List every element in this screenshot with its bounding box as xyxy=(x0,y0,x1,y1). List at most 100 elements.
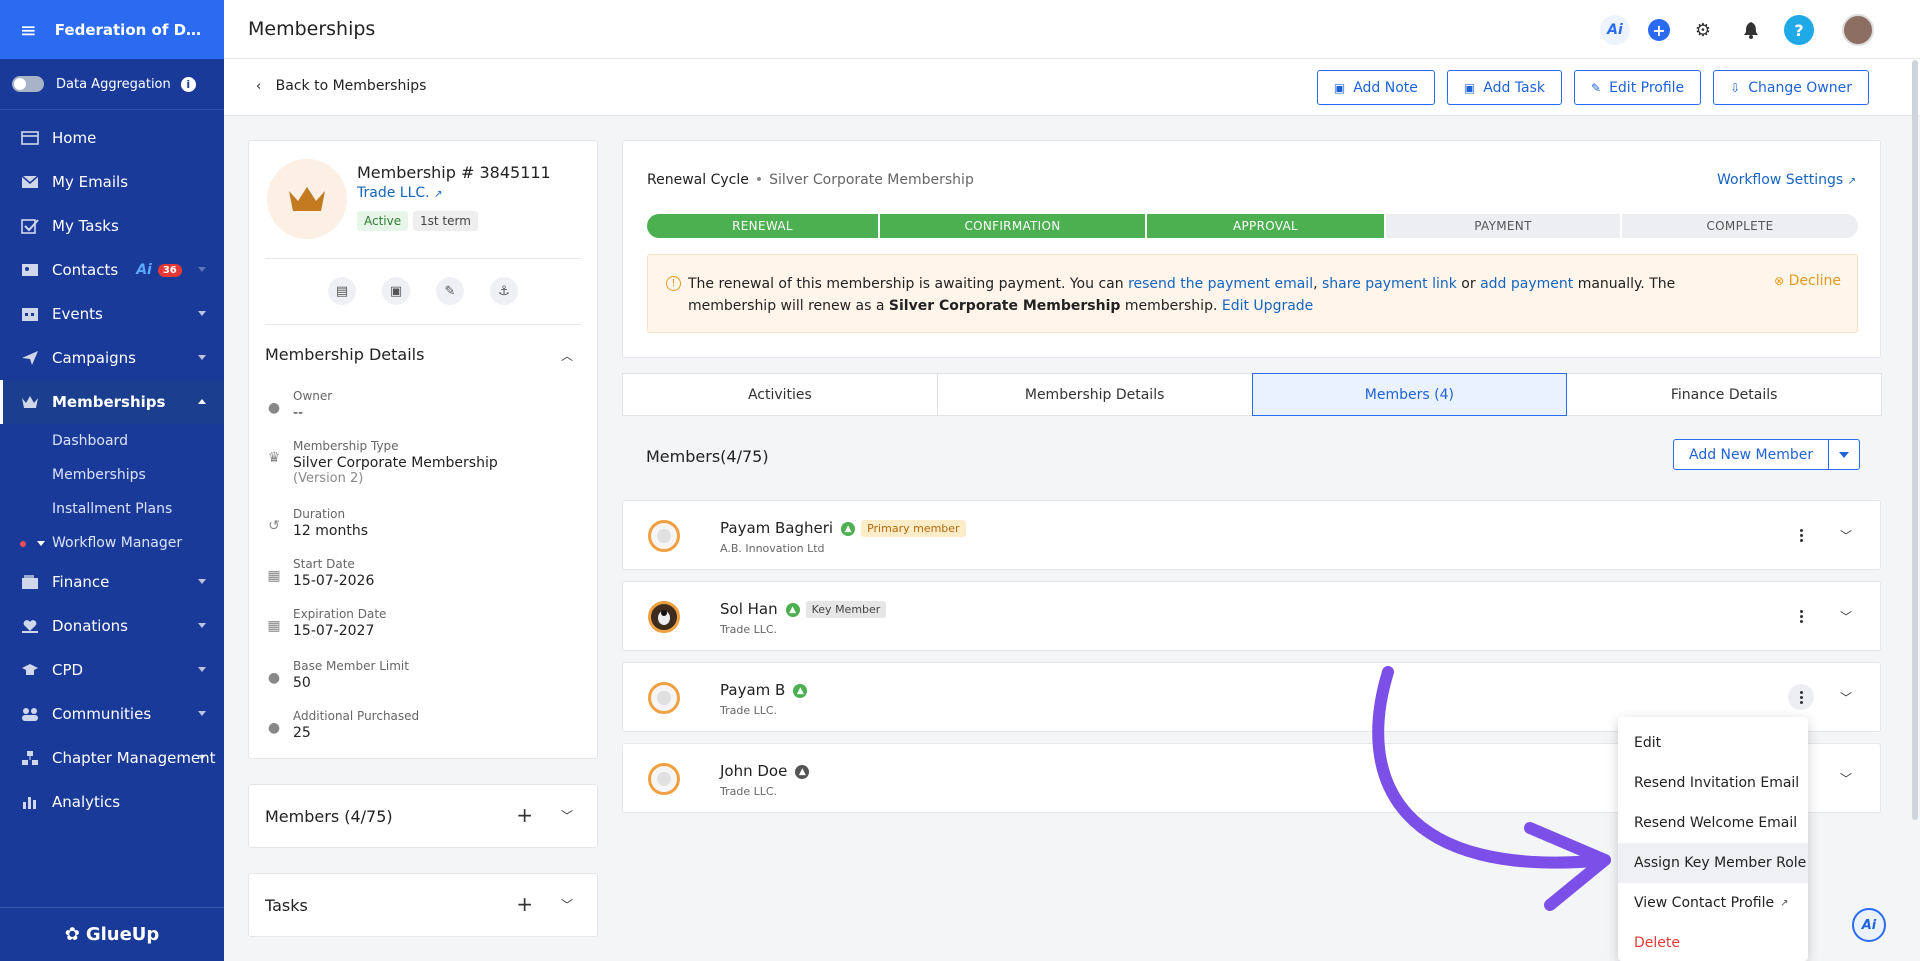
external-link-icon: ↗ xyxy=(1780,897,1789,909)
org-name[interactable]: Federation of Digital... xyxy=(55,21,205,39)
notice-text: or xyxy=(1456,276,1481,292)
hamburger-menu-icon[interactable]: ≡ xyxy=(20,18,37,42)
sidebar-item-cpd[interactable]: CPD xyxy=(0,648,224,692)
chevron-down-icon[interactable]: ﹀ xyxy=(1840,770,1852,787)
user-avatar[interactable] xyxy=(1842,14,1874,46)
step-confirmation: CONFIRMATION xyxy=(880,214,1145,238)
data-aggregation-row: Data Aggregation i xyxy=(0,59,224,110)
add-note-button[interactable]: ▣ Add Note xyxy=(1316,70,1435,105)
transfer-icon[interactable]: ⚓ xyxy=(490,277,518,305)
more-options-icon[interactable] xyxy=(1788,684,1814,710)
menu-item-resend-invitation[interactable]: Resend Invitation Email xyxy=(1618,763,1808,803)
note-icon[interactable]: ▤ xyxy=(328,277,356,305)
chevron-down-icon xyxy=(198,711,206,716)
tab-activities[interactable]: Activities xyxy=(622,373,938,416)
member-name[interactable]: John Doe xyxy=(720,762,787,780)
sidebar-subitem-workflow-manager[interactable]: Workflow Manager xyxy=(0,526,224,560)
more-options-icon[interactable] xyxy=(1788,603,1814,629)
task-icon[interactable]: ▣ xyxy=(382,277,410,305)
menu-item-delete[interactable]: Delete xyxy=(1618,923,1808,961)
sidebar-subitem-memberships[interactable]: Memberships xyxy=(0,458,224,492)
menu-item-view-contact-profile[interactable]: View Contact Profile ↗ xyxy=(1618,883,1808,923)
sidebar-item-contacts[interactable]: Contacts Ai 36 xyxy=(0,248,224,292)
plus-icon[interactable]: + xyxy=(516,892,533,916)
home-icon xyxy=(20,129,40,147)
note-icon: ▣ xyxy=(1333,80,1346,95)
sidebar-item-analytics[interactable]: Analytics xyxy=(0,780,224,824)
detail-expiration-date: ▦ Expiration Date 15-07-2027 xyxy=(265,607,575,639)
person-icon: ● xyxy=(267,720,281,736)
sidebar-item-donations[interactable]: Donations xyxy=(0,604,224,648)
member-name[interactable]: Payam Bagheri xyxy=(720,519,833,537)
sidebar-item-memberships[interactable]: Memberships xyxy=(0,380,224,424)
change-owner-button[interactable]: ⇩ Change Owner xyxy=(1713,70,1869,105)
back-to-memberships-link[interactable]: ‹ Back to Memberships xyxy=(256,78,426,94)
members-collapsible[interactable]: Members (4/75) + ﹀ xyxy=(248,784,598,848)
workflow-settings-label: Workflow Settings xyxy=(1716,172,1844,188)
add-task-button[interactable]: ▣ Add Task xyxy=(1446,70,1563,105)
member-row[interactable]: Sol Han ▲ Key Member Trade LLC. ﹀ xyxy=(622,581,1881,651)
tab-members[interactable]: Members (4) xyxy=(1251,373,1568,416)
sidebar-item-events[interactable]: Events xyxy=(0,292,224,336)
decline-button[interactable]: ⊗ Decline xyxy=(1774,273,1841,289)
add-member-dropdown-toggle[interactable] xyxy=(1829,439,1861,470)
info-icon[interactable]: i xyxy=(180,76,196,92)
menu-item-edit[interactable]: Edit xyxy=(1618,723,1808,763)
scrollbar[interactable] xyxy=(1912,60,1918,820)
bar-chart-icon xyxy=(20,793,40,811)
menu-item-assign-key-member[interactable]: Assign Key Member Role xyxy=(1618,843,1808,883)
sidebar-item-finance[interactable]: Finance xyxy=(0,560,224,604)
add-payment-link[interactable]: add payment xyxy=(1480,276,1573,292)
bell-icon[interactable] xyxy=(1736,15,1766,45)
share-payment-link[interactable]: share payment link xyxy=(1322,276,1457,292)
add-new-member-split-button: Add New Member xyxy=(1673,439,1861,470)
help-icon[interactable]: ? xyxy=(1784,15,1814,45)
edit-upgrade-link[interactable]: Edit Upgrade xyxy=(1222,298,1313,314)
ai-icon[interactable]: Ai xyxy=(136,262,152,278)
membership-org-link[interactable]: Trade LLC. ↗ xyxy=(357,185,442,201)
data-aggregation-toggle[interactable] xyxy=(12,76,44,92)
sidebar-subitem-installment-plans[interactable]: Installment Plans xyxy=(0,492,224,526)
chevron-down-icon[interactable]: ﹀ xyxy=(1840,527,1852,544)
sidebar-item-label: Memberships xyxy=(52,393,166,411)
history-icon: ↺ xyxy=(268,518,280,534)
tasks-collapsible[interactable]: Tasks + ﹀ xyxy=(248,873,598,937)
resend-payment-email-link[interactable]: resend the payment email xyxy=(1128,276,1313,292)
ai-icon[interactable]: Ai xyxy=(1600,15,1630,45)
chevron-down-icon[interactable]: ﹀ xyxy=(1840,608,1852,625)
member-name[interactable]: Payam B xyxy=(720,681,785,699)
chevron-down-icon[interactable]: ﹀ xyxy=(1840,689,1852,706)
more-options-icon[interactable] xyxy=(1788,522,1814,548)
detail-value: 15-07-2027 xyxy=(293,623,375,639)
chevron-down-icon[interactable]: ﹀ xyxy=(561,807,573,824)
sidebar-item-chapter-management[interactable]: Chapter Management xyxy=(0,736,224,780)
glueup-logo-icon: ✿ xyxy=(64,924,80,945)
ai-assistant-button[interactable]: Ai xyxy=(1852,908,1886,942)
unverified-icon: ▲ xyxy=(795,764,810,779)
sidebar-item-campaigns[interactable]: Campaigns xyxy=(0,336,224,380)
sidebar: ≡ Federation of Digital... Data Aggregat… xyxy=(0,0,224,961)
gear-icon[interactable]: ⚙ xyxy=(1688,15,1718,45)
tab-finance-details[interactable]: Finance Details xyxy=(1566,373,1882,416)
sidebar-item-my-tasks[interactable]: My Tasks xyxy=(0,204,224,248)
sidebar-subitem-dashboard[interactable]: Dashboard xyxy=(0,424,224,458)
menu-item-resend-welcome[interactable]: Resend Welcome Email xyxy=(1618,803,1808,843)
sidebar-item-my-emails[interactable]: My Emails xyxy=(0,160,224,204)
plus-icon[interactable]: + xyxy=(516,803,533,827)
member-name[interactable]: Sol Han xyxy=(720,600,778,618)
detail-base-member-limit: ● Base Member Limit 50 xyxy=(265,659,575,691)
tab-membership-details[interactable]: Membership Details xyxy=(936,373,1253,416)
sidebar-item-home[interactable]: Home xyxy=(0,116,224,160)
detail-tabs: Activities Membership Details Members (4… xyxy=(622,373,1882,416)
pencil-icon[interactable]: ✎ xyxy=(436,277,464,305)
edit-profile-button[interactable]: ✎ Edit Profile xyxy=(1574,70,1702,105)
chevron-up-icon[interactable]: ︿ xyxy=(561,347,573,364)
add-new-member-button[interactable]: Add New Member xyxy=(1673,439,1830,470)
add-icon[interactable]: + xyxy=(1648,19,1670,41)
sidebar-item-communities[interactable]: Communities xyxy=(0,692,224,736)
page-title: Memberships xyxy=(248,18,376,40)
workflow-settings-link[interactable]: Workflow Settings ↗ xyxy=(1717,172,1856,188)
chevron-down-icon[interactable]: ﹀ xyxy=(561,896,573,913)
divider xyxy=(265,258,581,259)
member-row[interactable]: Payam Bagheri ▲ Primary member A.B. Innova… xyxy=(622,500,1881,570)
